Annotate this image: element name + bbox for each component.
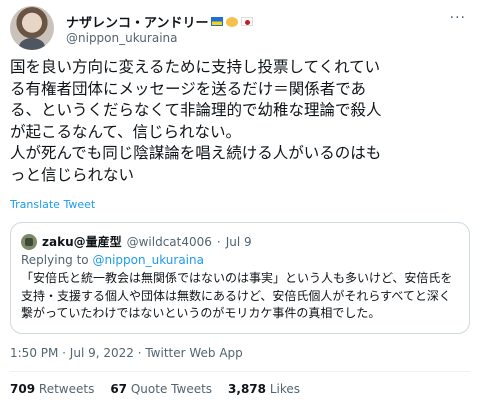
quote-avatar <box>21 233 37 250</box>
tweet-text: 国を良い方向に変えるために支持し投票してくれてい る有権者団体にメッセージを送る… <box>10 58 382 184</box>
author-handle[interactable]: @nippon_ukuraina <box>66 31 178 45</box>
handshake-icon <box>226 16 239 27</box>
likes-label: Likes <box>269 382 301 396</box>
author-name-line[interactable]: ナザレンコ・アンドリー <box>66 12 254 31</box>
retweets-count: 709 <box>10 382 36 396</box>
retweets-label: Retweets <box>38 382 95 396</box>
quote-tweets-count: 67 <box>110 382 128 396</box>
avatar[interactable] <box>10 6 54 50</box>
quote-tweet-card[interactable]: zaku@量産型 @wildcat4006 · Jul 9 Replying t… <box>10 222 470 334</box>
replying-to-mention[interactable]: @nippon_ukuraina <box>92 253 204 267</box>
translate-tweet-link[interactable]: Translate Tweet <box>10 198 95 211</box>
tweet-stats: 709 Retweets 67 Quote Tweets 3,878 Likes <box>10 382 300 396</box>
ellipsis-icon[interactable]: ··· <box>450 10 466 26</box>
retweets-stat[interactable]: 709 Retweets <box>10 382 94 396</box>
quote-text: 「安倍氏と統一教会は無関係ではないのは事実」という人も多いけど、安倍氏を 支持・… <box>21 271 453 320</box>
flag-ukraine-icon <box>211 17 224 26</box>
tweet-header: ナザレンコ・アンドリー @nippon_ukuraina ··· <box>10 6 470 52</box>
quote-replying-to: Replying to @nippon_ukuraina <box>21 253 204 267</box>
likes-count: 3,878 <box>228 382 267 396</box>
quote-tweets-stat[interactable]: 67 Quote Tweets <box>110 382 212 396</box>
author-display-name[interactable]: ナザレンコ・アンドリー <box>66 12 208 31</box>
quote-separator: · <box>216 234 221 249</box>
divider <box>10 371 470 372</box>
replying-to-label: Replying to <box>21 253 93 267</box>
likes-stat[interactable]: 3,878 Likes <box>228 382 300 396</box>
quote-author-handle: @wildcat4006 <box>126 234 212 249</box>
quote-tweets-label: Quote Tweets <box>130 382 213 396</box>
tweet-timestamp[interactable]: 1:50 PM · Jul 9, 2022 · Twitter Web App <box>10 346 243 360</box>
quote-author-name: zaku@量産型 <box>42 235 122 249</box>
quote-header: zaku@量産型 @wildcat4006 · Jul 9 <box>21 233 252 250</box>
flag-japan-icon <box>241 17 254 26</box>
quote-date: Jul 9 <box>225 234 252 249</box>
